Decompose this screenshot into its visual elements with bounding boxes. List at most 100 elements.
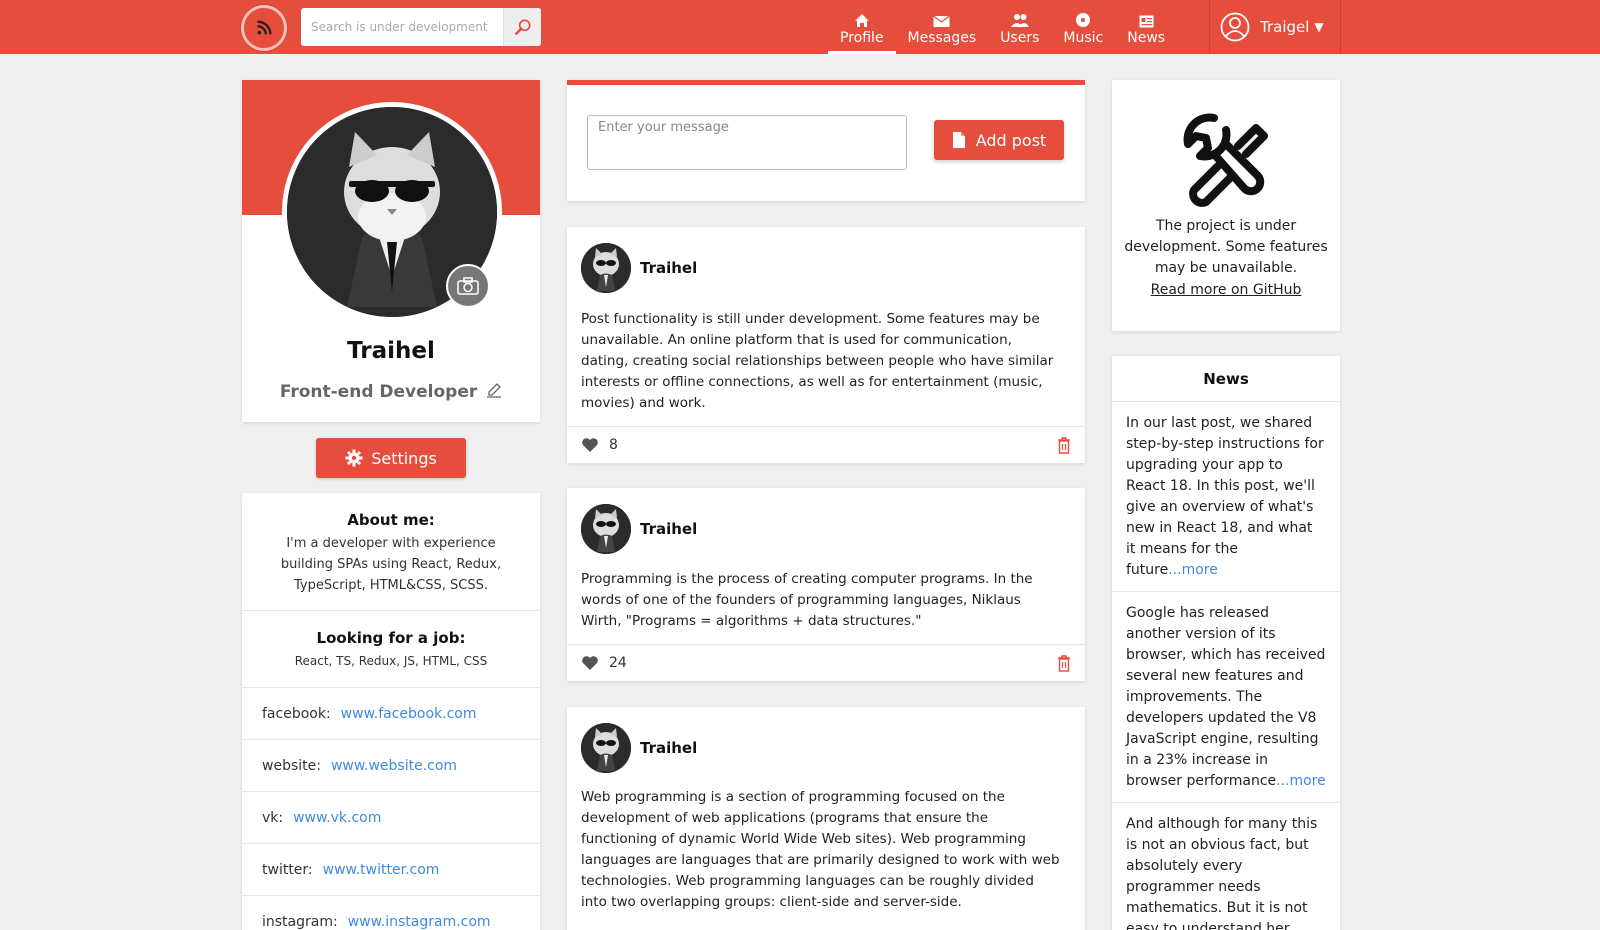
- link-row-vk: vk: www.vk.com: [242, 792, 540, 844]
- github-link[interactable]: Read more on GitHub: [1151, 282, 1302, 298]
- like-button[interactable]: 8: [581, 437, 618, 453]
- link-row-facebook: facebook: www.facebook.com: [242, 688, 540, 740]
- nav-profile[interactable]: Profile: [828, 0, 896, 54]
- about-text: I'm a developer with experience building…: [280, 536, 502, 593]
- post-text: Post functionality is still under develo…: [581, 311, 1054, 411]
- chevron-down-icon: ▼: [1314, 20, 1324, 34]
- post-author: Traihel: [640, 739, 698, 757]
- cat-avatar-image: [581, 504, 631, 554]
- cat-avatar-image: [581, 243, 631, 293]
- users-icon: [1010, 14, 1029, 27]
- link-row-twitter: twitter: www.twitter.com: [242, 844, 540, 896]
- news-card: News In our last post, we shared step-by…: [1112, 356, 1340, 930]
- user-avatar-icon: [1220, 12, 1250, 42]
- news-item-text: In our last post, we shared step-by-step…: [1126, 415, 1324, 578]
- nav-users[interactable]: Users: [988, 0, 1051, 54]
- post-author: Traihel: [640, 520, 698, 538]
- post-footer: 24: [567, 644, 1085, 681]
- news-title: News: [1112, 356, 1340, 402]
- about-title: About me:: [347, 511, 435, 529]
- post-footer: 8: [567, 426, 1085, 463]
- profile-name: Traihel: [347, 338, 435, 364]
- nav-news[interactable]: News: [1115, 0, 1177, 54]
- add-post-label: Add post: [975, 130, 1047, 150]
- change-photo-button[interactable]: [446, 264, 490, 308]
- nav-messages-label: Messages: [907, 30, 977, 46]
- add-post-button[interactable]: Add post: [934, 120, 1064, 160]
- profile-role: Front-end Developer: [242, 382, 540, 402]
- post-text: Web programming is a section of programm…: [581, 789, 1060, 910]
- message-input[interactable]: [587, 115, 907, 170]
- job-section: Looking for a job: React, TS, Redux, JS,…: [242, 611, 540, 688]
- cat-avatar-image: [581, 723, 631, 773]
- link-label: website:: [262, 757, 321, 774]
- search-icon: [514, 19, 530, 35]
- main-nav: Profile Messages Users Music News: [828, 0, 1177, 54]
- twitter-link[interactable]: www.twitter.com: [323, 862, 440, 878]
- link-label: vk:: [262, 809, 284, 826]
- news-more-link[interactable]: ...more: [1276, 773, 1326, 789]
- link-label: facebook:: [262, 705, 331, 722]
- post-avatar: [581, 243, 631, 293]
- nav-news-label: News: [1127, 30, 1166, 46]
- post-card: Traihel Web programming is a section of …: [567, 707, 1085, 930]
- news-item: In our last post, we shared step-by-step…: [1112, 402, 1340, 592]
- post-avatar: [581, 723, 631, 773]
- facebook-link[interactable]: www.facebook.com: [341, 706, 477, 722]
- link-row-website: website: www.website.com: [242, 740, 540, 792]
- about-section: About me: I'm a developer with experienc…: [242, 493, 540, 611]
- link-row-instagram: instagram: www.instagram.com: [242, 896, 540, 930]
- post-header: Traihel: [581, 723, 697, 773]
- search-input[interactable]: [301, 8, 503, 46]
- rss-logo-button[interactable]: [241, 5, 287, 51]
- nav-music[interactable]: Music: [1051, 0, 1115, 54]
- like-count: 8: [609, 437, 618, 453]
- dev-notice-text: The project is under development. Some f…: [1124, 218, 1328, 276]
- post-author: Traihel: [640, 259, 698, 277]
- music-icon: [1076, 13, 1091, 27]
- job-title: Looking for a job:: [316, 629, 466, 647]
- camera-icon: [457, 277, 479, 295]
- news-item-text: Google has released another version of i…: [1126, 605, 1326, 789]
- top-header: Profile Messages Users Music News Traige…: [0, 0, 1600, 54]
- settings-button[interactable]: Settings: [316, 438, 466, 478]
- post-composer: Add post: [567, 80, 1085, 201]
- search-box: [301, 8, 541, 46]
- post-header: Traihel: [581, 504, 697, 554]
- gear-icon: [345, 449, 363, 467]
- like-button[interactable]: 24: [581, 655, 627, 671]
- link-label: twitter:: [262, 861, 313, 878]
- link-label: instagram:: [262, 913, 338, 930]
- user-menu[interactable]: Traigel ▼: [1209, 0, 1341, 54]
- post-avatar: [581, 504, 631, 554]
- edit-pencil-icon[interactable]: [486, 382, 502, 398]
- user-menu-name: Traigel: [1260, 18, 1310, 36]
- news-icon: [1139, 15, 1154, 28]
- nav-users-label: Users: [1000, 30, 1040, 46]
- job-text: React, TS, Redux, JS, HTML, CSS: [294, 654, 488, 668]
- settings-label: Settings: [371, 448, 437, 468]
- home-icon: [854, 14, 869, 27]
- news-item-text: And although for many this is not an obv…: [1126, 816, 1318, 930]
- tools-icon: [1183, 113, 1268, 207]
- news-item: Google has released another version of i…: [1112, 592, 1340, 803]
- like-count: 24: [609, 655, 627, 671]
- envelope-icon: [933, 15, 951, 27]
- vk-link[interactable]: www.vk.com: [293, 810, 381, 826]
- nav-messages[interactable]: Messages: [896, 0, 989, 54]
- info-card: About me: I'm a developer with experienc…: [242, 493, 540, 930]
- news-more-link[interactable]: ...more: [1168, 562, 1218, 578]
- rss-icon: [253, 17, 275, 39]
- trash-icon[interactable]: [1057, 654, 1071, 672]
- post-card: Traihel Programming is the process of cr…: [567, 488, 1085, 681]
- heart-icon: [582, 656, 598, 670]
- trash-icon[interactable]: [1057, 436, 1071, 454]
- nav-music-label: Music: [1063, 30, 1104, 46]
- search-button[interactable]: [503, 8, 541, 46]
- news-item: And although for many this is not an obv…: [1112, 803, 1340, 930]
- post-header: Traihel: [581, 243, 697, 293]
- heart-icon: [582, 438, 598, 452]
- file-icon: [952, 132, 965, 148]
- instagram-link[interactable]: www.instagram.com: [348, 914, 491, 930]
- website-link[interactable]: www.website.com: [331, 758, 457, 774]
